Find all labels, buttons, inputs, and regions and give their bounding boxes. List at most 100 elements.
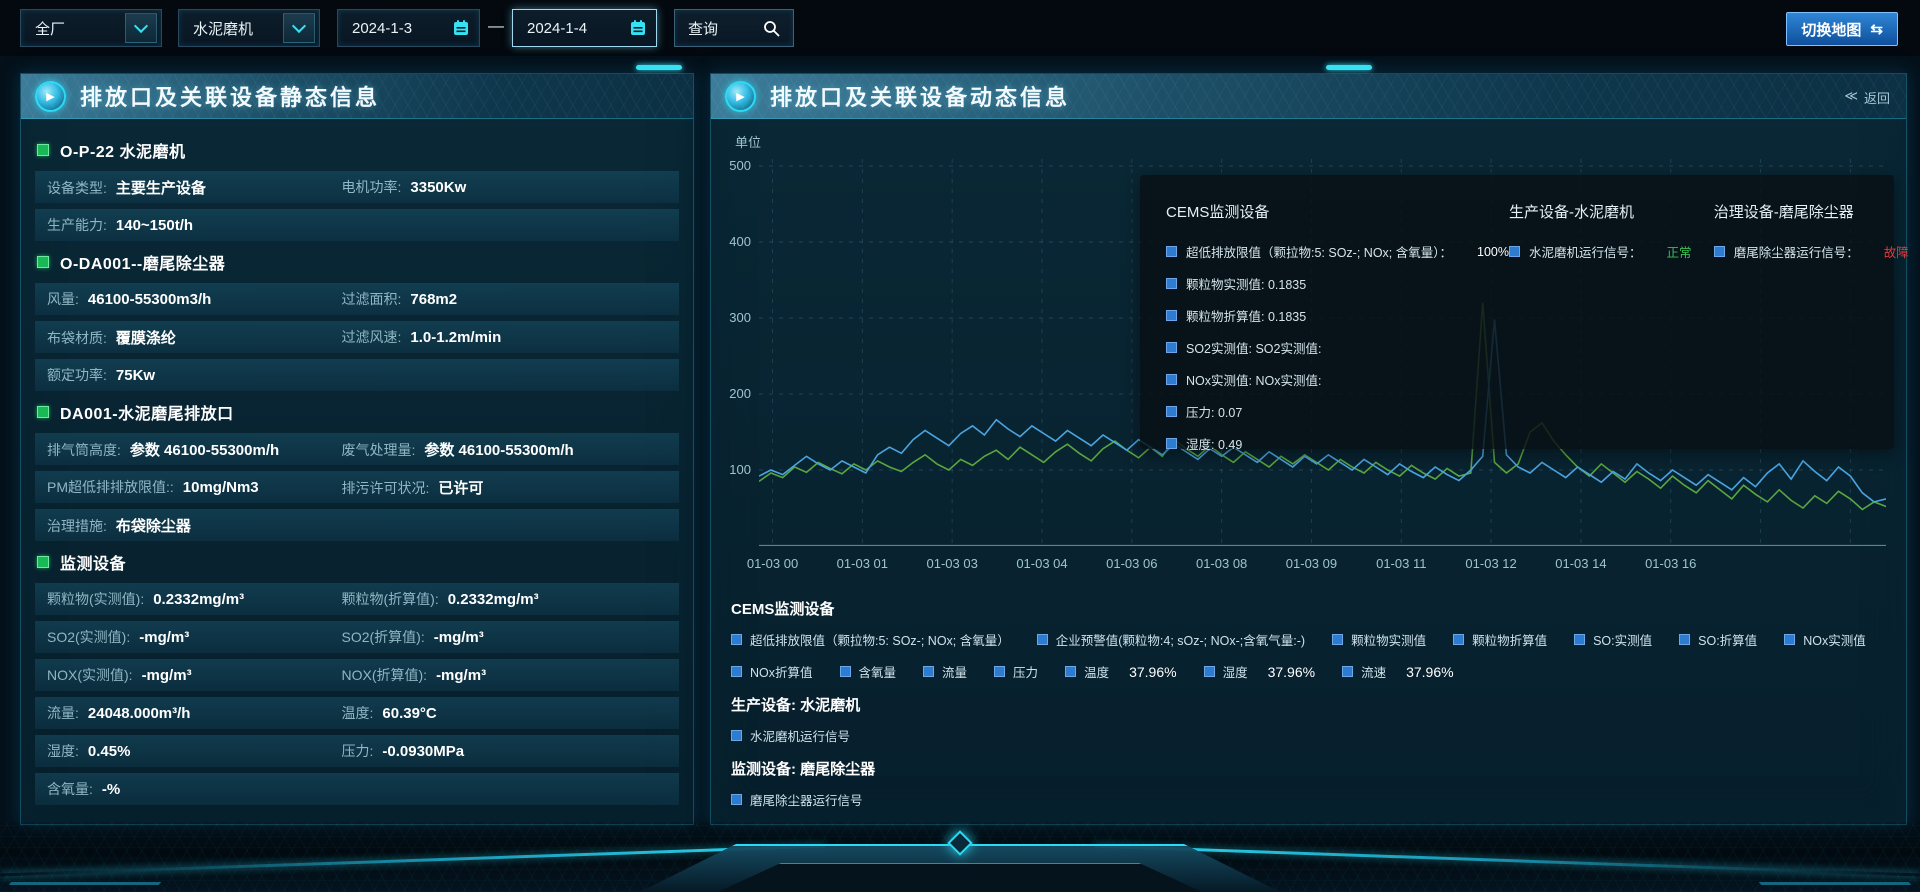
- y-tick-label: 200: [711, 386, 751, 401]
- legend-item[interactable]: NOx折算值: [731, 662, 813, 681]
- legend-marker-icon: [1453, 634, 1464, 645]
- tooltip-item: 颗粒物实测值: 0.1835: [1166, 274, 1509, 293]
- info-row: 含氧量:-%: [35, 773, 679, 805]
- tooltip-item-text: 超低排放限值（颗拉物:5: SOz-; NOx; 含氧量）：: [1186, 242, 1452, 261]
- tooltip-item: 超低排放限值（颗拉物:5: SOz-; NOx; 含氧量）：100%: [1166, 242, 1509, 261]
- x-tick-label: 01-03 04: [1016, 556, 1067, 571]
- legend-item-label: 压力: [1013, 662, 1038, 681]
- field-value: 60.39°C: [382, 705, 436, 722]
- x-tick-label: 01-03 09: [1286, 556, 1337, 571]
- calendar-icon: [451, 18, 471, 38]
- tooltip-item: 颗粒物折算值: 0.1835: [1166, 306, 1509, 325]
- legend-marker-icon: [1166, 406, 1177, 417]
- legend-item-label: 湿度: [1223, 662, 1248, 681]
- field-label: 温度:: [342, 703, 374, 723]
- legend-marker-icon: [1166, 246, 1177, 257]
- y-tick-label: 500: [711, 158, 751, 173]
- field-value: -mg/m³: [436, 667, 486, 684]
- start-date-value: 2024-1-3: [338, 20, 451, 37]
- switch-map-button[interactable]: 切换地图 ⇆: [1786, 12, 1898, 46]
- end-date-input[interactable]: 2024-1-4: [512, 9, 657, 47]
- legend-item[interactable]: 颗粒物折算值: [1453, 630, 1547, 649]
- info-row: 湿度:0.45%压力:-0.0930MPa: [35, 735, 679, 767]
- back-link[interactable]: ≪ 返回: [1844, 88, 1890, 107]
- field-label: 治理措施:: [47, 516, 107, 536]
- legend-marker-icon: [1166, 374, 1177, 385]
- field-value: -0.0930MPa: [382, 743, 464, 760]
- legend-marker-icon: [1166, 310, 1177, 321]
- static-panel-title: 排放口及关联设备静态信息: [80, 80, 380, 112]
- field-label: 含氧量:: [47, 779, 93, 799]
- x-tick-label: 01-03 03: [926, 556, 977, 571]
- field-value: 1.0-1.2m/min: [410, 329, 501, 346]
- info-cell: 排污许可状况:已许可: [342, 477, 484, 498]
- field-value: 10mg/Nm3: [183, 479, 259, 496]
- info-row: 生产能力:140~150t/h: [35, 209, 679, 241]
- start-date-input[interactable]: 2024-1-3: [337, 9, 480, 47]
- legend-group-title: 生产设备: 水泥磨机: [731, 694, 1890, 715]
- field-label: 布袋材质:: [47, 328, 107, 348]
- legend-item-label: 含氧量: [859, 662, 897, 681]
- legend-item[interactable]: 颗粒物实测值: [1332, 630, 1426, 649]
- legend-marker-icon: [1204, 666, 1215, 677]
- legend-item[interactable]: 湿度37.96%: [1204, 662, 1316, 681]
- legend-item[interactable]: 温度37.96%: [1065, 662, 1177, 681]
- dynamic-chart[interactable]: CEMS监测设备超低排放限值（颗拉物:5: SOz-; NOx; 含氧量）：10…: [759, 159, 1886, 546]
- scrollbar-thumb[interactable]: [1326, 65, 1372, 70]
- field-label: 生产能力:: [47, 215, 107, 235]
- legend-item[interactable]: 磨尾除尘器运行信号: [731, 790, 863, 809]
- legend-marker-icon: [1166, 342, 1177, 353]
- section-title: O-DA001--磨尾除尘器: [60, 250, 225, 274]
- info-cell: 颗粒物(折算值):0.2332mg/m³: [342, 589, 539, 609]
- x-tick-label: 01-03 14: [1555, 556, 1606, 571]
- legend-item-label: 水泥磨机运行信号: [750, 726, 850, 745]
- legend-item[interactable]: SO:折算值: [1679, 630, 1757, 649]
- query-button[interactable]: 查询: [674, 9, 794, 47]
- chart-tooltip: CEMS监测设备超低排放限值（颗拉物:5: SOz-; NOx; 含氧量）：10…: [1140, 175, 1894, 449]
- legend-item-label: 磨尾除尘器运行信号: [750, 790, 863, 809]
- section-bullet-icon: [37, 256, 49, 268]
- field-label: 流量:: [47, 703, 79, 723]
- field-value: 3350Kw: [410, 179, 466, 196]
- plant-select-value: 全厂: [21, 18, 125, 39]
- legend-item[interactable]: 含氧量: [840, 662, 897, 681]
- x-tick-label: 01-03 12: [1465, 556, 1516, 571]
- scrollbar-thumb[interactable]: [636, 65, 682, 70]
- info-cell: SO2(折算值):-mg/m³: [342, 627, 484, 647]
- info-cell: 治理措施:布袋除尘器: [47, 515, 342, 536]
- tooltip-item-text: NOx实测值: NOx实测值:: [1186, 370, 1321, 389]
- legend-item[interactable]: 企业预警值(颗粒物:4; sOz-; NOx-;含氧气量:-): [1037, 630, 1305, 649]
- section-bullet-icon: [37, 144, 49, 156]
- tooltip-item: SO2实测值: SO2实测值:: [1166, 338, 1509, 357]
- legend-item[interactable]: 压力: [994, 662, 1038, 681]
- device-select[interactable]: 水泥磨机: [178, 9, 320, 47]
- legend-marker-icon: [923, 666, 934, 677]
- legend-item[interactable]: 水泥磨机运行信号: [731, 726, 850, 745]
- legend-item[interactable]: 流速37.96%: [1342, 662, 1454, 681]
- info-row: 流量:24048.000m³/h温度:60.39°C: [35, 697, 679, 729]
- field-value: 已许可: [438, 477, 483, 498]
- tooltip-column: 治理设备-磨尾除尘器磨尾除尘器运行信号：故障: [1714, 201, 1909, 449]
- field-label: 过滤风速:: [342, 327, 402, 347]
- section-header: O-P-22 水泥磨机: [37, 138, 677, 162]
- legend-item[interactable]: NOx实测值: [1784, 630, 1866, 649]
- field-label: PM超低排排放限值::: [47, 477, 174, 497]
- legend-item[interactable]: 超低排放限值（颗拉物:5: SOz-; NOx; 含氧量）: [731, 630, 1010, 649]
- legend-item-value: 37.96%: [1406, 664, 1453, 680]
- legend-marker-icon: [1574, 634, 1585, 645]
- tooltip-item: NOx实测值: NOx实测值:: [1166, 370, 1509, 389]
- info-cell: 压力:-0.0930MPa: [342, 741, 465, 761]
- switch-arrows-icon: ⇆: [1870, 20, 1883, 38]
- field-label: 风量:: [47, 289, 79, 309]
- switch-map-label: 切换地图: [1801, 19, 1861, 40]
- legend-item[interactable]: SO:实测值: [1574, 630, 1652, 649]
- plant-select[interactable]: 全厂: [20, 9, 162, 47]
- info-cell: 排气筒高度:参数 46100-55300m/h: [47, 439, 342, 460]
- legend-row: NOx折算值含氧量流量压力温度37.96%湿度37.96%流速37.96%: [731, 662, 1890, 681]
- dynamic-info-panel: ▶ 排放口及关联设备动态信息 ≪ 返回 单位 100200300400500 C…: [710, 73, 1907, 825]
- legend-marker-icon: [1332, 634, 1343, 645]
- end-date-value: 2024-1-4: [513, 20, 628, 37]
- legend-item[interactable]: 流量: [923, 662, 967, 681]
- x-tick-label: 01-03 16: [1645, 556, 1696, 571]
- field-value: -mg/m³: [139, 629, 189, 646]
